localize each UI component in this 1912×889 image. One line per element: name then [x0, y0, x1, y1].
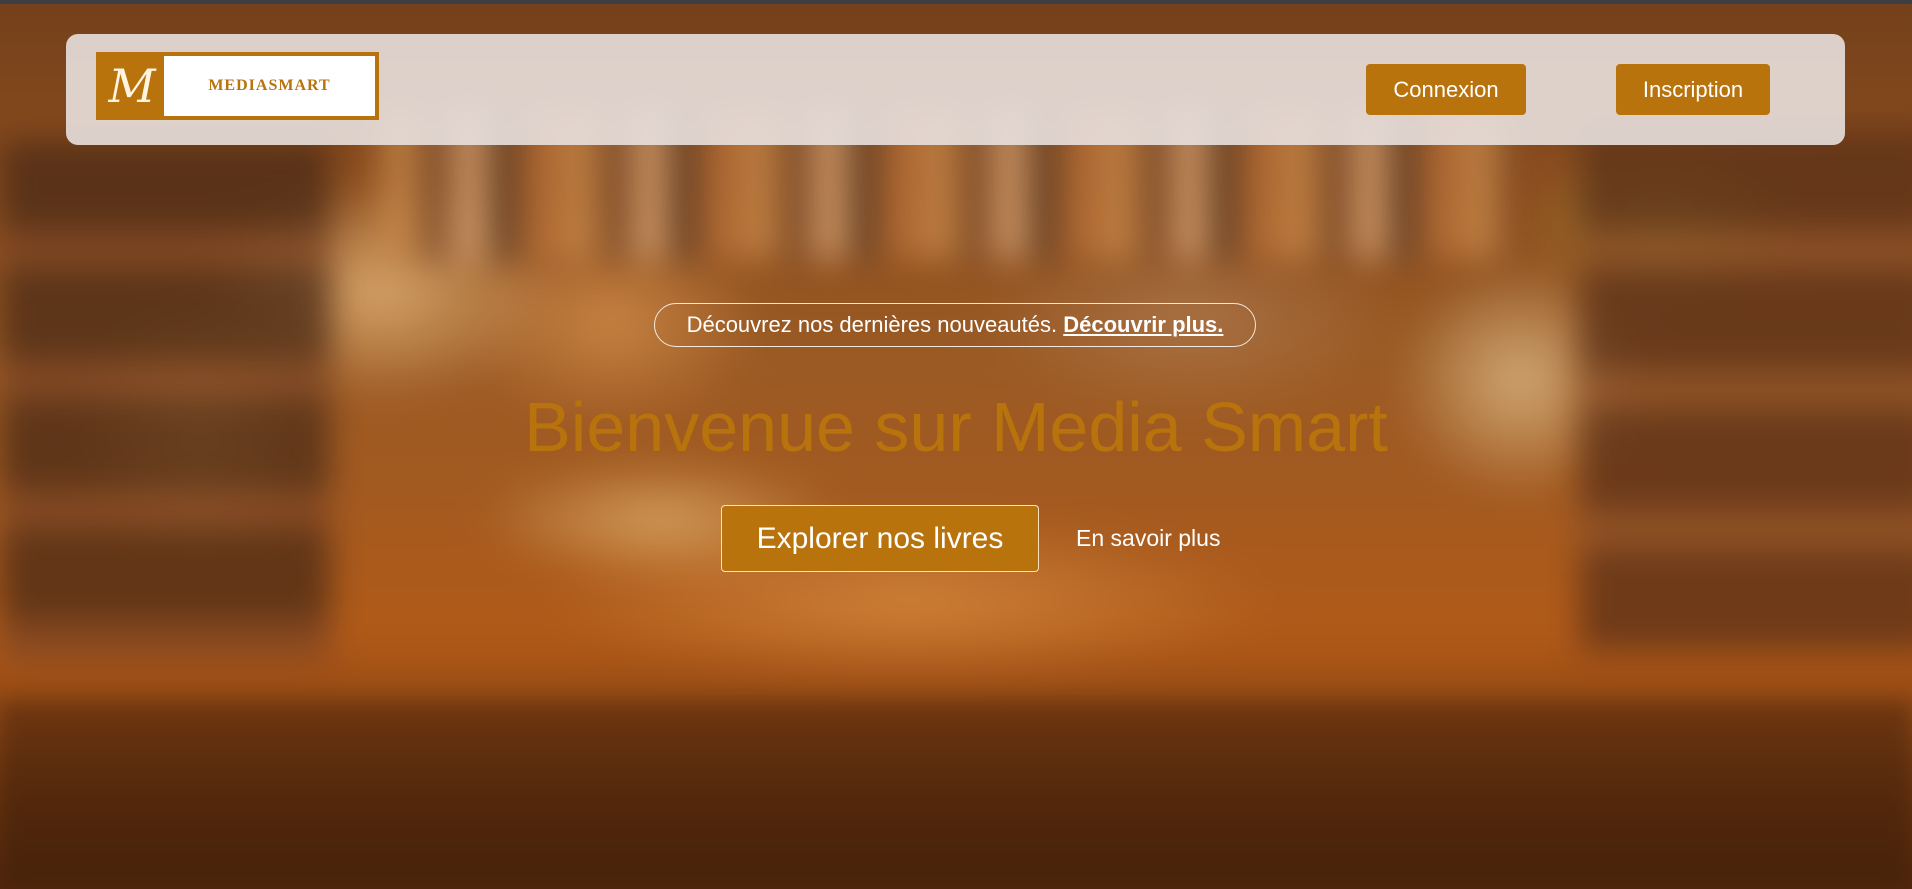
mediasmart-logo[interactable]: M MEDIASMART [96, 52, 379, 120]
learn-more-link[interactable]: En savoir plus [1076, 523, 1220, 553]
login-button[interactable]: Connexion [1366, 64, 1526, 115]
browser-top-edge [0, 0, 1912, 4]
explore-books-button[interactable]: Explorer nos livres [721, 505, 1039, 572]
announcement-text: Découvrez nos dernières nouveautés. [686, 312, 1064, 337]
logo-wordmark: MEDIASMART [164, 56, 375, 116]
top-navbar: M MEDIASMART Connexion Inscription [66, 34, 1845, 145]
landing-page: M MEDIASMART Connexion Inscription Décou… [0, 0, 1912, 889]
hero-title: Bienvenue sur Media Smart [524, 388, 1388, 466]
logo-mark: M [108, 59, 156, 113]
signup-button[interactable]: Inscription [1616, 64, 1770, 115]
announcement-pill: Découvrez nos dernières nouveautés. Déco… [654, 303, 1256, 347]
background-floor [0, 700, 1912, 889]
announcement-link[interactable]: Découvrir plus. [1063, 312, 1223, 337]
